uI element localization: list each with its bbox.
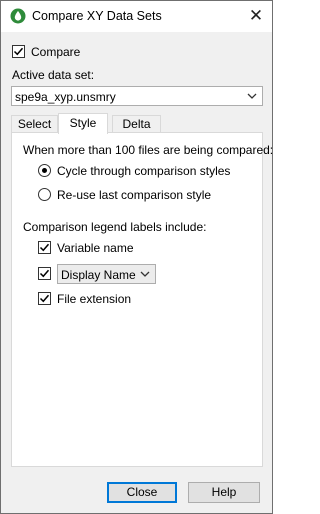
- tab-style[interactable]: Style: [58, 113, 108, 134]
- file-extension-checkbox[interactable]: [38, 292, 51, 305]
- variable-name-checkbox[interactable]: [38, 241, 51, 254]
- help-button[interactable]: Help: [188, 482, 260, 503]
- tab-delta-label: Delta: [122, 117, 151, 131]
- close-button-label: Close: [126, 485, 158, 499]
- checkmark-icon: [39, 243, 50, 252]
- many-files-heading: When more than 100 files are being compa…: [23, 143, 274, 157]
- tab-style-label: Style: [69, 116, 97, 130]
- close-button[interactable]: Close: [107, 482, 177, 503]
- help-button-label: Help: [211, 485, 237, 499]
- chevron-down-icon: [140, 271, 150, 277]
- droplet-icon: [10, 8, 26, 24]
- active-data-set-dropdown[interactable]: spe9a_xyp.unsmry: [11, 86, 263, 106]
- active-data-set-value: spe9a_xyp.unsmry: [15, 90, 116, 104]
- radio-cycle-styles[interactable]: [38, 164, 51, 177]
- window-title: Compare XY Data Sets: [32, 9, 162, 23]
- tab-select-label: Select: [17, 117, 52, 131]
- checkmark-icon: [13, 47, 24, 56]
- compare-label: Compare: [31, 45, 81, 59]
- radio-selected-dot: [42, 168, 47, 173]
- display-name-value: Display Name: [61, 268, 136, 282]
- display-name-checkbox[interactable]: [38, 267, 51, 280]
- legend-heading: Comparison legend labels include:: [23, 220, 207, 234]
- close-window-button[interactable]: ✕: [243, 5, 269, 27]
- compare-xy-dialog: Compare XY Data Sets ✕ Compare Active da…: [0, 0, 273, 514]
- checkmark-icon: [39, 269, 50, 278]
- title-bar: Compare XY Data Sets ✕: [1, 1, 272, 32]
- radio-reuse-last-style-label: Re-use last comparison style: [57, 188, 212, 202]
- style-tab-panel: When more than 100 files are being compa…: [11, 132, 273, 467]
- active-data-set-label: Active data set:: [12, 68, 95, 82]
- display-name-dropdown[interactable]: Display Name: [57, 264, 156, 284]
- close-icon: ✕: [248, 6, 264, 25]
- variable-name-label: Variable name: [57, 241, 134, 255]
- compare-checkbox[interactable]: [12, 45, 25, 58]
- checkmark-icon: [39, 294, 50, 303]
- tab-strip: Select Style Delta: [11, 113, 263, 134]
- radio-reuse-last-style[interactable]: [38, 188, 51, 201]
- chevron-down-icon: [247, 93, 257, 99]
- radio-cycle-styles-label: Cycle through comparison styles: [57, 164, 231, 178]
- file-extension-label: File extension: [57, 292, 132, 306]
